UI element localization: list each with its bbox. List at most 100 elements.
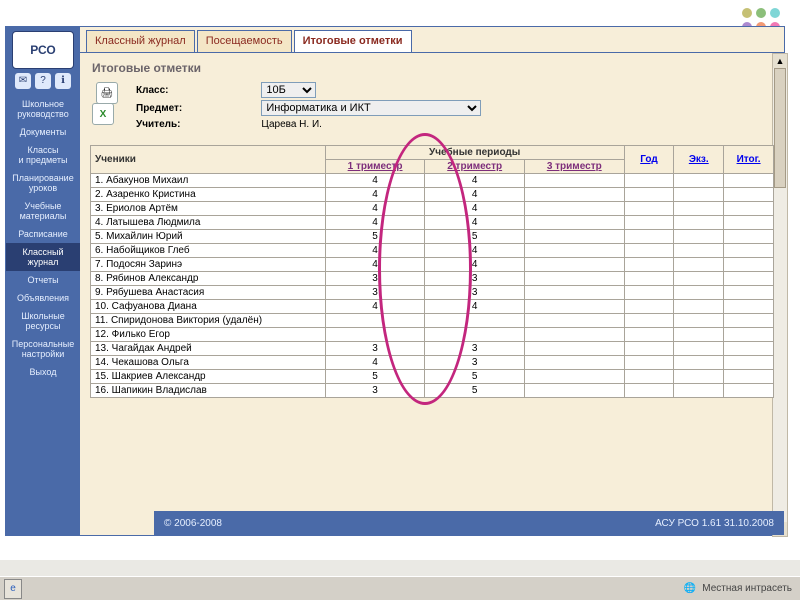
col-trimester-3[interactable]: 3 триместр <box>547 161 602 172</box>
grade-final[interactable] <box>724 202 774 216</box>
sidebar-item-5[interactable]: Расписание <box>6 225 80 243</box>
grade-year[interactable] <box>624 258 674 272</box>
student-name[interactable]: 6. Набойщиков Глеб <box>91 244 326 258</box>
grade-exam[interactable] <box>674 314 724 328</box>
grade-p3[interactable] <box>524 202 624 216</box>
grade-p1[interactable]: 4 <box>325 188 425 202</box>
grade-p3[interactable] <box>524 300 624 314</box>
col-trimester-2[interactable]: 2 триместр <box>447 161 502 172</box>
student-name[interactable]: 9. Рябушева Анастасия <box>91 286 326 300</box>
grade-final[interactable] <box>724 300 774 314</box>
grade-p1[interactable]: 3 <box>325 272 425 286</box>
col-year[interactable]: Год <box>640 154 658 165</box>
grade-exam[interactable] <box>674 216 724 230</box>
grade-year[interactable] <box>624 272 674 286</box>
tab-1[interactable]: Посещаемость <box>197 30 292 52</box>
grade-exam[interactable] <box>674 188 724 202</box>
grade-p1[interactable]: 4 <box>325 356 425 370</box>
grade-exam[interactable] <box>674 202 724 216</box>
grade-p2[interactable]: 3 <box>425 272 525 286</box>
sidebar-item-1[interactable]: Документы <box>6 123 80 141</box>
mail-icon[interactable]: ✉ <box>15 73 31 89</box>
grade-p2[interactable]: 3 <box>425 356 525 370</box>
grade-exam[interactable] <box>674 328 724 342</box>
student-name[interactable]: 3. Ериолов Артём <box>91 202 326 216</box>
grade-p3[interactable] <box>524 328 624 342</box>
grade-final[interactable] <box>724 174 774 188</box>
grade-p3[interactable] <box>524 384 624 398</box>
grade-p2[interactable]: 4 <box>425 258 525 272</box>
grade-final[interactable] <box>724 244 774 258</box>
grade-year[interactable] <box>624 370 674 384</box>
grade-final[interactable] <box>724 356 774 370</box>
student-name[interactable]: 16. Шапикин Владислав <box>91 384 326 398</box>
grade-p2[interactable] <box>425 328 525 342</box>
grade-final[interactable] <box>724 384 774 398</box>
grade-year[interactable] <box>624 244 674 258</box>
grade-year[interactable] <box>624 342 674 356</box>
help-icon[interactable]: ? <box>35 73 51 89</box>
grade-final[interactable] <box>724 188 774 202</box>
grade-p1[interactable]: 4 <box>325 258 425 272</box>
grade-year[interactable] <box>624 216 674 230</box>
grade-p3[interactable] <box>524 188 624 202</box>
grade-p2[interactable]: 5 <box>425 230 525 244</box>
sidebar-item-9[interactable]: Школьныересурсы <box>6 307 80 335</box>
grade-exam[interactable] <box>674 272 724 286</box>
grade-exam[interactable] <box>674 356 724 370</box>
grade-p2[interactable]: 5 <box>425 370 525 384</box>
student-name[interactable]: 7. Подосян Заринэ <box>91 258 326 272</box>
grade-exam[interactable] <box>674 370 724 384</box>
subject-select[interactable]: Информатика и ИКТ <box>261 100 481 116</box>
sidebar-item-2[interactable]: Классыи предметы <box>6 141 80 169</box>
grade-p3[interactable] <box>524 342 624 356</box>
grade-p3[interactable] <box>524 244 624 258</box>
grade-final[interactable] <box>724 230 774 244</box>
grade-year[interactable] <box>624 202 674 216</box>
grade-final[interactable] <box>724 258 774 272</box>
tab-2[interactable]: Итоговые отметки <box>294 30 412 52</box>
grade-p3[interactable] <box>524 174 624 188</box>
grade-final[interactable] <box>724 314 774 328</box>
grade-p1[interactable]: 4 <box>325 216 425 230</box>
grade-p1[interactable]: 5 <box>325 230 425 244</box>
grade-exam[interactable] <box>674 244 724 258</box>
grade-p3[interactable] <box>524 272 624 286</box>
student-name[interactable]: 5. Михайлин Юрий <box>91 230 326 244</box>
grade-p3[interactable] <box>524 216 624 230</box>
grade-year[interactable] <box>624 328 674 342</box>
grade-exam[interactable] <box>674 230 724 244</box>
grade-exam[interactable] <box>674 286 724 300</box>
grade-final[interactable] <box>724 272 774 286</box>
student-name[interactable]: 10. Сафуанова Диана <box>91 300 326 314</box>
grade-p2[interactable]: 4 <box>425 174 525 188</box>
grade-p2[interactable]: 3 <box>425 342 525 356</box>
col-exam[interactable]: Экз. <box>689 154 709 165</box>
grade-p1[interactable]: 3 <box>325 286 425 300</box>
grade-p1[interactable]: 3 <box>325 342 425 356</box>
grade-final[interactable] <box>724 216 774 230</box>
student-name[interactable]: 12. Филько Егор <box>91 328 326 342</box>
student-name[interactable]: 14. Чекашова Ольга <box>91 356 326 370</box>
sidebar-item-8[interactable]: Объявления <box>6 289 80 307</box>
grade-final[interactable] <box>724 370 774 384</box>
grade-p2[interactable]: 4 <box>425 216 525 230</box>
grade-year[interactable] <box>624 174 674 188</box>
grade-p3[interactable] <box>524 314 624 328</box>
grade-exam[interactable] <box>674 258 724 272</box>
sidebar-item-3[interactable]: Планированиеуроков <box>6 169 80 197</box>
sidebar-item-11[interactable]: Выход <box>6 363 80 381</box>
info-icon[interactable]: ℹ <box>55 73 71 89</box>
grade-final[interactable] <box>724 328 774 342</box>
grade-p1[interactable]: 3 <box>325 384 425 398</box>
grade-year[interactable] <box>624 230 674 244</box>
student-name[interactable]: 2. Азаренко Кристина <box>91 188 326 202</box>
student-name[interactable]: 15. Шакриев Александр <box>91 370 326 384</box>
grade-p2[interactable]: 4 <box>425 202 525 216</box>
grade-final[interactable] <box>724 342 774 356</box>
tab-0[interactable]: Классный журнал <box>86 30 195 52</box>
grade-p3[interactable] <box>524 258 624 272</box>
grade-p2[interactable]: 5 <box>425 384 525 398</box>
grade-p2[interactable]: 4 <box>425 300 525 314</box>
grade-p3[interactable] <box>524 370 624 384</box>
